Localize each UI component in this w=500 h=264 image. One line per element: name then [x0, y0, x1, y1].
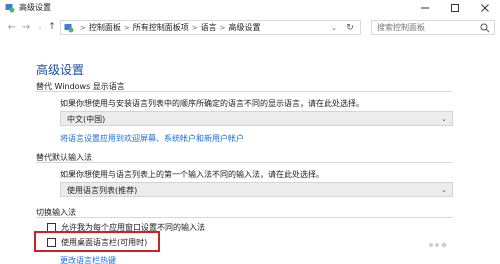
display-language-selected-value: 中文(中国) — [67, 115, 106, 124]
title-bar: 高级设置 — [0, 0, 500, 16]
chevron-down-icon: ⌄ — [331, 23, 337, 32]
main-content: 高级设置 替代 Windows 显示语言 如果你想使用与安装语言列表中的顺序所确… — [0, 38, 500, 264]
search-box — [371, 20, 495, 35]
forward-button[interactable]: → — [20, 20, 32, 34]
change-language-bar-hotkeys-link[interactable]: 更改语言栏热键 — [60, 255, 116, 264]
chevron-down-icon: ⌄ — [441, 186, 447, 194]
minimize-icon — [421, 7, 429, 9]
maximize-icon — [451, 4, 459, 12]
breadcrumb-language[interactable]: 语言 — [201, 22, 217, 33]
language-settings-icon — [5, 4, 15, 13]
breadcrumb-separator: > — [80, 23, 86, 32]
section-divider — [36, 217, 453, 218]
watermark-icon — [429, 242, 447, 248]
chevron-down-icon: ⌄ — [441, 115, 447, 123]
recent-locations-button[interactable]: ⌄ — [34, 20, 46, 34]
breadcrumb-separator: > — [123, 23, 130, 32]
breadcrumb-all-items[interactable]: 所有控制面板项 — [133, 22, 189, 33]
apply-language-settings-link[interactable]: 将语言设置应用到欢迎屏幕、系统帐户和新用户帐户 — [60, 133, 244, 144]
chevron-down-icon: ⌄ — [37, 23, 43, 31]
section-divider — [36, 162, 453, 163]
search-icon[interactable] — [480, 23, 490, 33]
up-arrow-icon: ↑ — [48, 22, 56, 32]
language-settings-icon — [64, 23, 74, 32]
back-arrow-icon: ← — [7, 21, 17, 33]
address-dropdown-button[interactable]: ⌄ — [328, 21, 340, 34]
breadcrumb-control-panel[interactable]: 控制面板 — [89, 22, 121, 33]
search-input[interactable] — [372, 21, 480, 34]
navigation-bar: ← → ⌄ ↑ > 控制面板 > 所有控制面板项 > 语言 > 高级设置 ⌄ ↻ — [0, 16, 500, 38]
breadcrumb-separator: > — [219, 23, 226, 32]
window-title: 高级设置 — [19, 3, 51, 12]
minimize-button[interactable] — [410, 0, 440, 16]
display-language-description: 如果你想使用与安装语言列表中的顺序所确定的语言不同的显示语言，请在此处选择。 — [60, 99, 364, 108]
input-method-selected-value: 使用语言列表(推荐) — [67, 186, 138, 195]
highlight-box — [34, 231, 160, 252]
breadcrumb-separator: > — [191, 23, 198, 32]
refresh-button[interactable]: ↻ — [344, 21, 356, 34]
maximize-button[interactable] — [440, 0, 470, 16]
breadcrumb-advanced-settings[interactable]: 高级设置 — [229, 22, 261, 33]
back-button[interactable]: ← — [6, 20, 18, 34]
up-button[interactable]: ↑ — [46, 20, 58, 34]
input-method-select[interactable]: 使用语言列表(推荐) ⌄ — [60, 182, 453, 197]
section-divider — [36, 91, 453, 92]
display-language-select[interactable]: 中文(中国) ⌄ — [60, 111, 453, 126]
page-title: 高级设置 — [36, 63, 85, 77]
close-icon — [481, 4, 489, 12]
input-method-description: 如果你想使用与语言列表上的第一个输入法不同的输入法，请在此处选择。 — [60, 170, 324, 179]
close-button[interactable] — [470, 0, 500, 16]
forward-arrow-icon: → — [21, 21, 31, 33]
refresh-icon: ↻ — [346, 22, 354, 33]
address-bar[interactable]: > 控制面板 > 所有控制面板项 > 语言 > 高级设置 ⌄ ↻ — [60, 20, 361, 35]
